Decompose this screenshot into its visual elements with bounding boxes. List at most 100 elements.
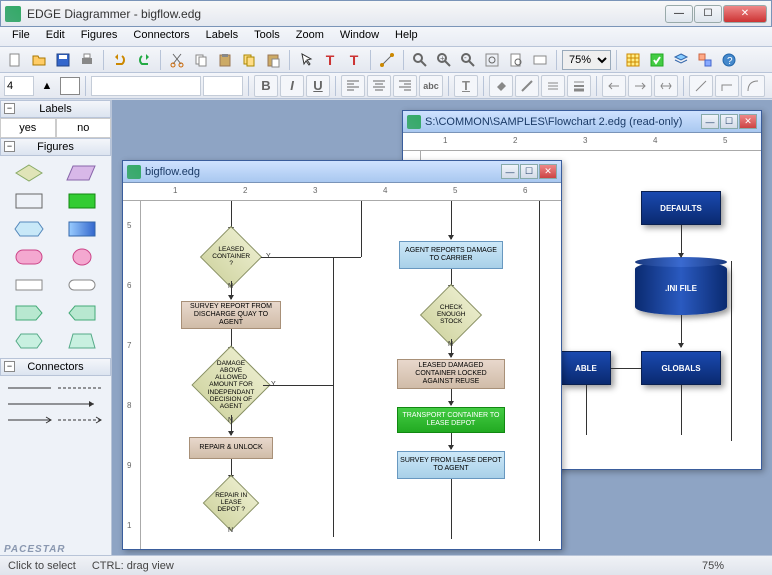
collapse-icon[interactable]: − (4, 103, 15, 114)
shape-d2[interactable]: DAMAGE ABOVE ALLOWED AMOUNT FOR INDEPEND… (191, 345, 270, 424)
arrow-start-icon[interactable] (602, 75, 626, 97)
doc-max-button[interactable]: ☐ (520, 164, 538, 179)
font-family-input[interactable] (91, 76, 201, 96)
text-tool-icon[interactable]: T (319, 49, 341, 71)
fill-icon[interactable] (489, 75, 513, 97)
block-defaults[interactable]: DEFAULTS (641, 191, 721, 225)
align-center-icon[interactable] (367, 75, 391, 97)
arrow-both-icon[interactable] (654, 75, 678, 97)
copy-icon[interactable] (190, 49, 212, 71)
menu-connectors[interactable]: Connectors (125, 27, 197, 46)
collapse-icon[interactable]: − (4, 361, 15, 372)
doc-window-front[interactable]: bigflow.edg — ☐ ✕ 1 2 3 4 5 6 5 6 7 8 9 … (122, 160, 562, 550)
shape-trapezoid[interactable] (59, 330, 106, 352)
menu-labels[interactable]: Labels (198, 27, 246, 46)
doc-titlebar-back[interactable]: S:\COMMON\SAMPLES\Flowchart 2.edg (read-… (403, 111, 761, 133)
shape-rect-outline[interactable] (6, 190, 53, 212)
shape-rect-blue[interactable] (59, 218, 106, 240)
snap-icon[interactable] (646, 49, 668, 71)
line-color-icon[interactable] (515, 75, 539, 97)
color-swatch[interactable] (60, 77, 80, 95)
zoom-page-icon[interactable] (505, 49, 527, 71)
shape-p2[interactable]: REPAIR & UNLOCK (189, 437, 273, 459)
copy-special-icon[interactable] (238, 49, 260, 71)
new-icon[interactable] (4, 49, 26, 71)
shape-hexagon2[interactable] (6, 330, 53, 352)
connector-arrow[interactable] (0, 396, 111, 412)
shape-p5[interactable]: TRANSPORT CONTAINER TO LEASE DEPOT (397, 407, 505, 433)
shape-parallelogram[interactable] (59, 162, 106, 184)
paste-icon[interactable] (214, 49, 236, 71)
shape-p1[interactable]: SURVEY REPORT FROM DISCHARGE QUAY TO AGE… (181, 301, 281, 329)
grid-icon[interactable] (622, 49, 644, 71)
shape-d3[interactable]: REPAIR IN LEASE DEPOT ? (203, 475, 260, 532)
italic-button[interactable]: I (280, 75, 304, 97)
menu-file[interactable]: File (4, 27, 38, 46)
pointer-icon[interactable] (295, 49, 317, 71)
shape-p4[interactable]: LEASED DAMAGED CONTAINER LOCKED AGAINST … (397, 359, 505, 389)
bold-button[interactable]: B (254, 75, 278, 97)
undo-icon[interactable] (109, 49, 131, 71)
zoom-fit-icon[interactable] (481, 49, 503, 71)
shape-rect-green[interactable] (59, 190, 106, 212)
minimize-button[interactable]: — (665, 5, 693, 23)
align-left-icon[interactable] (341, 75, 365, 97)
layers-icon[interactable] (670, 49, 692, 71)
connector-open-arrow[interactable] (0, 412, 111, 428)
text-box-icon[interactable]: abc (419, 75, 443, 97)
shape-hex[interactable] (6, 218, 53, 240)
open-icon[interactable] (28, 49, 50, 71)
underline-button[interactable]: U (306, 75, 330, 97)
close-button[interactable]: ✕ (723, 5, 767, 23)
figures-panel-header[interactable]: − Figures (0, 138, 111, 156)
doc-titlebar-front[interactable]: bigflow.edg — ☐ ✕ (123, 161, 561, 183)
menu-edit[interactable]: Edit (38, 27, 73, 46)
line-style-icon[interactable] (541, 75, 565, 97)
shape-p3[interactable]: AGENT REPORTS DAMAGE TO CARRIER (399, 241, 503, 269)
group-icon[interactable] (694, 49, 716, 71)
zoom-icon[interactable] (409, 49, 431, 71)
menu-tools[interactable]: Tools (246, 27, 288, 46)
block-globals[interactable]: GLOBALS (641, 351, 721, 385)
redo-icon[interactable] (133, 49, 155, 71)
shape-p6[interactable]: SURVEY FROM LEASE DEPOT TO AGENT (397, 451, 505, 479)
connector-curve-icon[interactable] (741, 75, 765, 97)
connector-elbow-icon[interactable] (715, 75, 739, 97)
shape-d4[interactable]: CHECK ENOUGH STOCK (420, 284, 482, 346)
block-ini[interactable]: .INI FILE (635, 261, 727, 315)
label-no[interactable]: no (56, 118, 112, 138)
shape-terminator[interactable] (59, 274, 106, 296)
shape-diamond[interactable] (6, 162, 53, 184)
zoom-in-icon[interactable]: + (433, 49, 455, 71)
menu-help[interactable]: Help (387, 27, 426, 46)
doc-close-button[interactable]: ✕ (739, 114, 757, 129)
connector-tool-icon[interactable] (376, 49, 398, 71)
font-size-input[interactable] (203, 76, 243, 96)
print-icon[interactable] (76, 49, 98, 71)
doc-max-button[interactable]: ☐ (720, 114, 738, 129)
zoom-out-icon[interactable]: - (457, 49, 479, 71)
connector-straight-icon[interactable] (689, 75, 713, 97)
collapse-icon[interactable]: − (4, 141, 15, 152)
fontsize-up-icon[interactable]: ▲ (36, 75, 58, 97)
block-able[interactable]: ABLE (561, 351, 611, 385)
help-icon[interactable]: ? (718, 49, 740, 71)
align-right-icon[interactable] (393, 75, 417, 97)
label-yes[interactable]: yes (0, 118, 56, 138)
doc-min-button[interactable]: — (701, 114, 719, 129)
connector-solid[interactable] (0, 380, 111, 396)
line-weight-icon[interactable] (567, 75, 591, 97)
save-icon[interactable] (52, 49, 74, 71)
shape-circle[interactable] (59, 246, 106, 268)
cut-icon[interactable] (166, 49, 188, 71)
shape-pentagon-rev[interactable] (59, 302, 106, 324)
fontsize-input[interactable] (4, 76, 34, 96)
paste-special-icon[interactable] (262, 49, 284, 71)
arrow-end-icon[interactable] (628, 75, 652, 97)
text-color-icon[interactable]: T (454, 75, 478, 97)
labels-panel-header[interactable]: − Labels (0, 100, 111, 118)
doc-close-button[interactable]: ✕ (539, 164, 557, 179)
shape-rect-plain[interactable] (6, 274, 53, 296)
menu-window[interactable]: Window (332, 27, 387, 46)
zoom-width-icon[interactable] (529, 49, 551, 71)
